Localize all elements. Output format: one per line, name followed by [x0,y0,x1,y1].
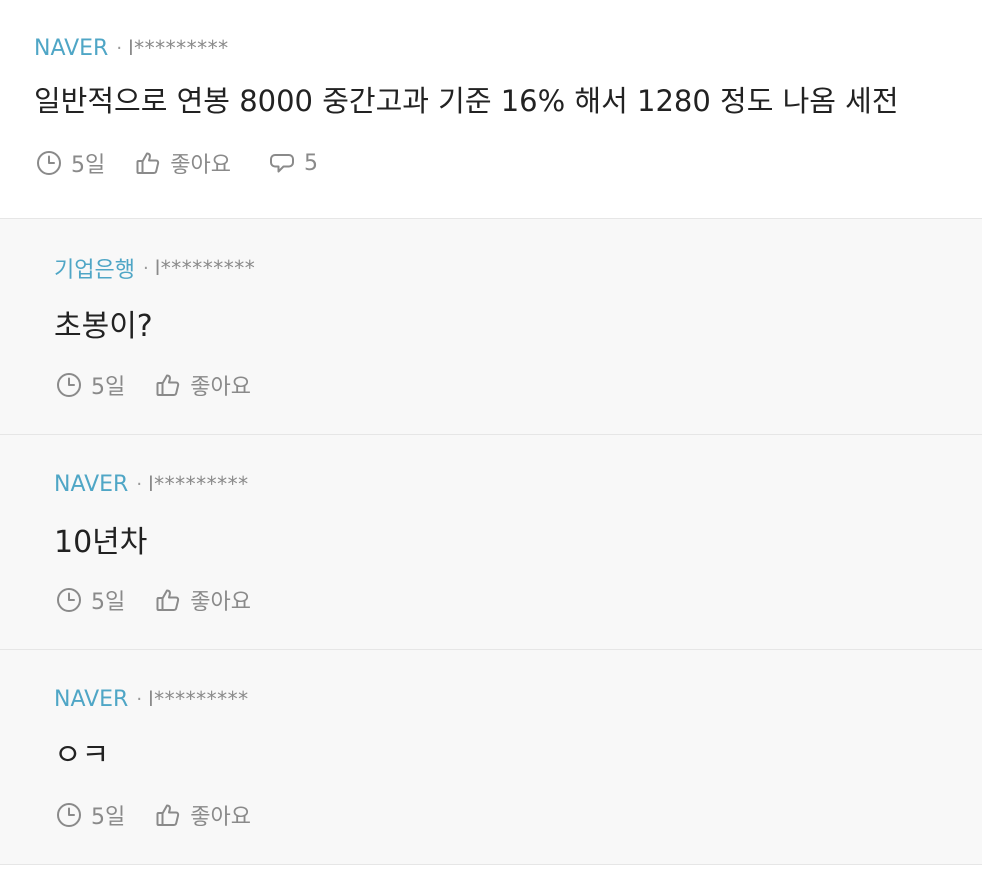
author-name: l********* [148,472,249,496]
time-stamp: 5일 [56,799,125,831]
like-label: 좋아요 [190,375,251,400]
like-label: 좋아요 [170,153,231,178]
thumbs-up-icon [136,152,160,174]
clock-icon [57,803,81,827]
thumbs-up-icon [156,804,180,826]
comment-button[interactable]: 5 [269,150,318,176]
reply-actions: 5일 좋아요 [56,585,251,615]
meta-separator: · [136,473,143,495]
author-name: l********* [128,36,229,60]
company-name[interactable]: NAVER [54,472,128,497]
reply-actions: 5일 좋아요 [56,370,251,400]
author-name: l********* [154,256,256,280]
like-button[interactable]: 좋아요 [155,584,251,616]
reply-content: 10년차 [54,525,148,560]
reply-actions: 5일 좋아요 [56,800,251,830]
comment-thread: NAVER · l********* 일반적으로 연봉 8000 중간고과 기준… [0,0,982,882]
clock-icon [37,151,61,175]
meta-separator: · [116,37,123,59]
comment-icon [269,154,294,173]
company-name[interactable]: 기업은행 [54,252,135,284]
reply-content: 초봉이? [54,309,153,344]
reply-content: ㅇㅋ [54,738,110,773]
time-stamp: 5일 [56,584,125,616]
time-stamp: 5일 [56,369,125,401]
clock-icon [57,373,81,397]
thumbs-up-icon [156,589,180,611]
post-meta: NAVER · l********* [34,34,229,62]
like-button[interactable]: 좋아요 [155,799,251,831]
meta-separator: · [142,257,149,279]
like-button[interactable]: 좋아요 [155,369,251,401]
time-stamp: 5일 [36,147,105,179]
company-name[interactable]: NAVER [54,687,128,712]
meta-separator: · [136,688,143,710]
reply-item: NAVER · l********* ㅇㅋ 5일 좋아요 [0,650,982,865]
author-name: l********* [148,687,249,711]
like-label: 좋아요 [190,805,251,830]
reply-meta: 기업은행 · l********* [54,252,256,284]
reply-meta: NAVER · l********* [54,470,249,498]
reply-item: NAVER · l********* 10년차 5일 좋아요 [0,435,982,650]
thumbs-up-icon [156,374,180,396]
post: NAVER · l********* 일반적으로 연봉 8000 중간고과 기준… [0,0,982,219]
like-button[interactable]: 좋아요 [135,147,231,179]
comment-count: 5 [303,150,318,176]
like-label: 좋아요 [190,590,251,615]
company-name[interactable]: NAVER [34,36,108,61]
time-label: 5일 [91,805,126,830]
reply-meta: NAVER · l********* [54,685,249,713]
post-content: 일반적으로 연봉 8000 중간고과 기준 16% 해서 1280 정도 나옴 … [34,84,899,118]
time-label: 5일 [91,590,126,615]
post-actions: 5일 좋아요 5 [36,148,318,178]
reply-item: 기업은행 · l********* 초봉이? 5일 좋아요 [0,219,982,435]
clock-icon [57,588,81,612]
time-label: 5일 [71,153,106,178]
time-label: 5일 [91,375,126,400]
